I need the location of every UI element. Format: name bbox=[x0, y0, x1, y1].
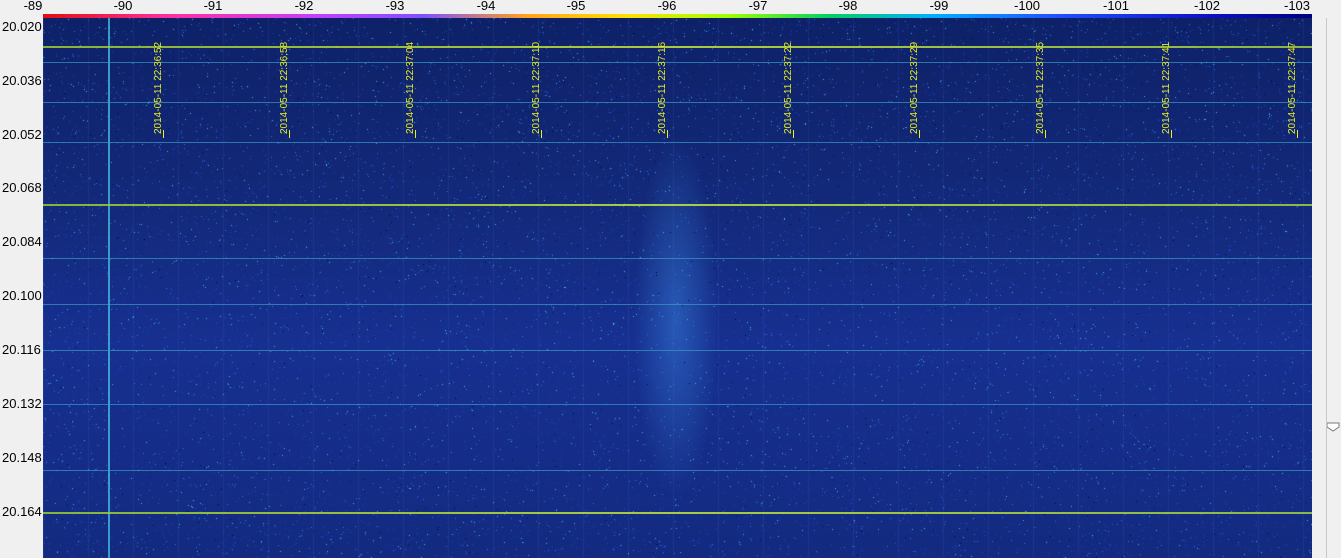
timestamp-label: 2014-05-11 22:37:29 bbox=[909, 41, 920, 134]
frequency-tick: -94 bbox=[476, 0, 496, 13]
signal-burst-line bbox=[43, 62, 1312, 63]
frequency-tick: -95 bbox=[566, 0, 586, 13]
scroll-track bbox=[1326, 18, 1327, 558]
timestamp-marker: 2014-05-11 22:37:29 bbox=[908, 22, 922, 138]
signal-burst-line bbox=[43, 350, 1312, 351]
timestamp-marker: 2014-05-11 22:37:41 bbox=[1160, 22, 1174, 138]
frequency-tick: -89 bbox=[23, 0, 43, 13]
timestamp-marker: 2014-05-11 22:37:16 bbox=[656, 22, 670, 138]
frequency-tick: -93 bbox=[385, 0, 405, 13]
frequency-tick: -98 bbox=[838, 0, 858, 13]
frequency-tick: -101 bbox=[1102, 0, 1130, 13]
timestamp-label: 2014-05-11 22:37:47 bbox=[1287, 41, 1298, 134]
timestamp-label: 2014-05-11 22:37:41 bbox=[1161, 41, 1172, 134]
signal-burst-line bbox=[43, 204, 1312, 206]
frequency-tick: -92 bbox=[294, 0, 314, 13]
time-tick: 20.084 bbox=[2, 234, 42, 249]
timestamp-label: 2014-05-11 22:36:58 bbox=[279, 41, 290, 134]
frequency-tick: -103 bbox=[1283, 0, 1311, 13]
frequency-tick: -91 bbox=[203, 0, 223, 13]
scroll-handle-icon[interactable] bbox=[1326, 422, 1340, 432]
time-tick: 20.132 bbox=[2, 396, 42, 411]
timestamp-label: 2014-05-11 22:37:16 bbox=[657, 41, 668, 134]
waterfall-noise bbox=[43, 18, 1312, 558]
frequency-scale[interactable]: -89 -90 -91 -92 -93 -94 -95 -96 -97 -98 … bbox=[0, 0, 1341, 14]
timestamp-marker: 2014-05-11 22:36:52 bbox=[152, 22, 166, 138]
timestamp-marker: 2014-05-11 22:37:47 bbox=[1286, 22, 1300, 138]
frequency-tick: -100 bbox=[1013, 0, 1041, 13]
signal-burst-line bbox=[43, 470, 1312, 471]
waterfall-display[interactable]: 2014-05-11 22:36:52 2014-05-11 22:36:58 … bbox=[43, 18, 1312, 558]
frequency-tick: -102 bbox=[1193, 0, 1221, 13]
timestamp-label: 2014-05-11 22:37:10 bbox=[531, 41, 542, 134]
time-tick: 20.020 bbox=[2, 19, 42, 34]
timestamp-marker: 2014-05-11 22:37:35 bbox=[1034, 22, 1048, 138]
time-tick: 20.148 bbox=[2, 450, 42, 465]
time-tick: 20.100 bbox=[2, 288, 42, 303]
time-tick: 20.036 bbox=[2, 73, 42, 88]
signal-burst-line bbox=[43, 46, 1312, 48]
time-scale[interactable]: 20.020 20.036 20.052 20.068 20.084 20.10… bbox=[0, 18, 43, 558]
signal-burst-line bbox=[43, 304, 1312, 305]
frequency-tick: -90 bbox=[113, 0, 133, 13]
signal-burst-line bbox=[43, 512, 1312, 514]
timestamp-marker: 2014-05-11 22:37:10 bbox=[530, 22, 544, 138]
timestamp-label: 2014-05-11 22:37:35 bbox=[1035, 41, 1046, 134]
timestamp-marker: 2014-05-11 22:37:04 bbox=[404, 22, 418, 138]
timestamp-marker: 2014-05-11 22:37:22 bbox=[782, 22, 796, 138]
frequency-tick: -96 bbox=[657, 0, 677, 13]
time-tick: 20.164 bbox=[2, 504, 42, 519]
signal-burst-line bbox=[43, 142, 1312, 143]
timestamp-label: 2014-05-11 22:37:22 bbox=[783, 41, 794, 134]
timestamp-label: 2014-05-11 22:37:04 bbox=[405, 41, 416, 134]
timestamp-marker: 2014-05-11 22:36:58 bbox=[278, 22, 292, 138]
time-tick: 20.068 bbox=[2, 180, 42, 195]
time-tick: 20.116 bbox=[2, 342, 41, 357]
frequency-tick: -97 bbox=[748, 0, 768, 13]
frequency-tick: -99 bbox=[929, 0, 949, 13]
time-tick: 20.052 bbox=[2, 127, 42, 142]
carrier-signal-line bbox=[108, 18, 110, 558]
signal-burst-line bbox=[43, 258, 1312, 259]
signal-burst-line bbox=[43, 404, 1312, 405]
signal-burst-line bbox=[43, 102, 1312, 103]
timestamp-label: 2014-05-11 22:36:52 bbox=[153, 41, 164, 134]
